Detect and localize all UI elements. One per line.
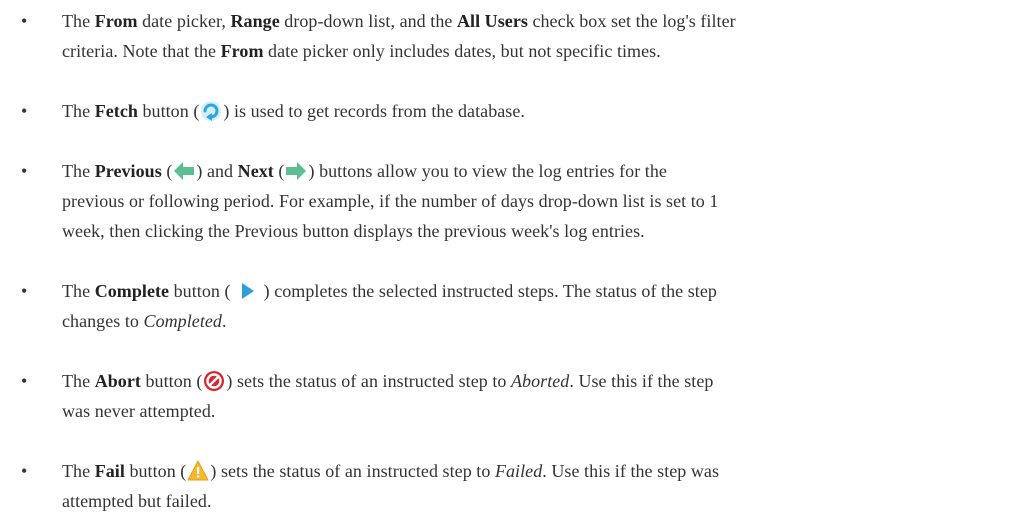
list-item-text: The Previous ( ) and Next ( ) buttons allo…	[62, 156, 1022, 246]
text-run: date picker only includes dates, but not…	[263, 41, 661, 61]
right-arrow-icon	[285, 160, 307, 182]
term-previous: Previous	[94, 161, 162, 181]
text-run: ) is used to get records from the databa…	[223, 101, 525, 121]
text-run: ) sets the status of an instructed step …	[226, 371, 511, 391]
text-run: was never attempted.	[62, 401, 216, 421]
bullet: •	[21, 281, 28, 301]
left-arrow-icon	[173, 160, 195, 182]
list-item-text: The From date picker, Range drop-down li…	[62, 6, 1022, 66]
text-run: .	[221, 311, 227, 331]
term-all-users: All Users	[456, 11, 528, 31]
text-run: button (	[169, 281, 236, 301]
text-run: The	[62, 161, 95, 181]
status-failed: Failed	[494, 461, 543, 481]
text-run: (	[161, 161, 173, 181]
text-run: The	[62, 11, 95, 31]
text-run: week, then clicking the Previous button …	[62, 221, 645, 241]
text-run: ) completes the selected instructed step…	[259, 281, 717, 301]
text-run: drop-down list, and the	[279, 11, 457, 31]
term-from: From	[220, 41, 264, 61]
term-fetch: Fetch	[94, 101, 138, 121]
play-icon	[236, 280, 258, 302]
text-run: The	[62, 461, 95, 481]
term-abort: Abort	[94, 371, 141, 391]
text-run: date picker,	[137, 11, 231, 31]
warning-icon	[187, 460, 209, 482]
term-fail: Fail	[94, 461, 125, 481]
text-run: check box set the log's filter	[527, 11, 736, 31]
text-run: changes to	[62, 311, 144, 331]
text-run: The	[62, 371, 95, 391]
text-run: attempted but failed.	[62, 491, 212, 511]
help-document: • The From date picker, Range drop-down …	[0, 0, 1033, 521]
text-run: criteria. Note that the	[62, 41, 221, 61]
text-run: ) and	[196, 161, 238, 181]
text-run: button (	[124, 461, 187, 481]
text-run: The	[62, 281, 95, 301]
term-next: Next	[237, 161, 274, 181]
bullet: •	[21, 11, 28, 31]
text-run: The	[62, 101, 95, 121]
term-range: Range	[230, 11, 280, 31]
bullet: •	[21, 161, 28, 181]
text-run: ) buttons allow you to view the log entr…	[308, 161, 667, 181]
refresh-icon	[200, 100, 222, 122]
status-completed: Completed	[143, 311, 222, 331]
list-item-text: The Fail button ( ) sets the status of an…	[62, 456, 1022, 516]
status-aborted: Aborted	[511, 371, 570, 391]
text-run: previous or following period. For exampl…	[62, 191, 719, 211]
text-run: ) sets the status of an instructed step …	[210, 461, 495, 481]
text-run: . Use this if the step was	[542, 461, 720, 481]
abort-icon	[203, 370, 225, 392]
term-complete: Complete	[94, 281, 170, 301]
bullet: •	[21, 461, 28, 481]
text-run: button (	[137, 101, 200, 121]
text-run: (	[273, 161, 285, 181]
term-from: From	[94, 11, 138, 31]
text-run: . Use this if the step	[569, 371, 714, 391]
text-run: button (	[140, 371, 203, 391]
list-item-text: The Fetch button ( ) is used to get recor…	[62, 96, 1022, 126]
list-item-text: The Complete button ( ) completes the se…	[62, 276, 1022, 336]
bullet: •	[21, 371, 28, 391]
bullet: •	[21, 101, 28, 121]
list-item-text: The Abort button ( ) sets the status of a…	[62, 366, 1022, 426]
